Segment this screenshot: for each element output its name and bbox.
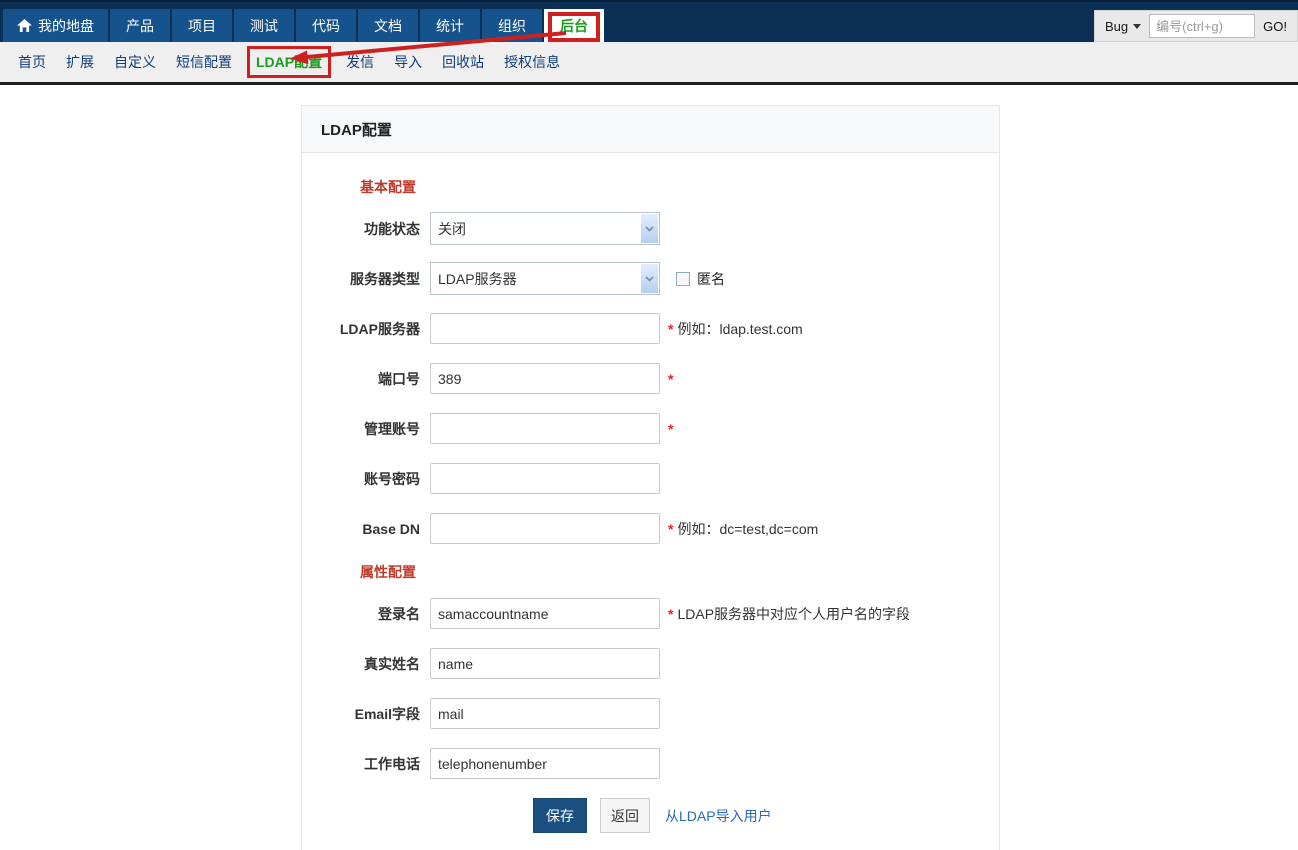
field-label: Base DN	[362, 520, 420, 537]
ldap-config-form: 基本配置 功能状态 关闭 服务器类型 LDAP服务器 匿名 LDAP服务器 * …	[302, 153, 999, 850]
field-hint: 例如：dc=test,dc=com	[677, 520, 819, 537]
search-module-dropdown[interactable]: Bug	[1097, 19, 1149, 34]
nav-item-org[interactable]: 组织	[482, 9, 542, 42]
nav-item-label: 测试	[250, 17, 278, 34]
back-button[interactable]: 返回	[600, 798, 650, 833]
caret-down-icon	[1133, 23, 1142, 29]
import-from-ldap-link[interactable]: 从LDAP导入用户	[665, 806, 772, 826]
field-label: LDAP服务器	[339, 320, 420, 337]
section-attribute-config: 属性配置	[360, 564, 416, 580]
account-password-input[interactable]	[430, 463, 660, 494]
chevron-down-icon	[641, 214, 658, 243]
select-value: 关闭	[438, 220, 466, 237]
nav-item-product[interactable]: 产品	[110, 9, 170, 42]
form-row: 真实姓名	[302, 647, 999, 680]
required-asterisk: *	[668, 605, 674, 622]
phone-field-input[interactable]	[430, 748, 660, 779]
subnav-item-sms-config[interactable]: 短信配置	[176, 52, 232, 72]
nav-item-label: 产品	[126, 17, 154, 34]
checkbox-label: 匿名	[697, 270, 725, 287]
base-dn-input[interactable]	[430, 513, 660, 544]
annotation-box-ldap: LDAP配置	[247, 46, 332, 78]
nav-item-code[interactable]: 代码	[296, 9, 356, 42]
nav-item-project[interactable]: 项目	[172, 9, 232, 42]
function-status-select[interactable]: 关闭	[430, 212, 660, 245]
field-label: Email字段	[354, 705, 420, 722]
main-nav: 我的地盘 产品 项目 测试 代码 文档 统计 组织 后台 Bug GO!	[0, 0, 1298, 42]
panel-title: LDAP配置	[302, 106, 999, 153]
form-row: 端口号 *	[302, 362, 999, 395]
nav-item-label: 我的地盘	[38, 17, 94, 34]
form-row: 账号密码	[302, 462, 999, 495]
nav-item-label: 组织	[498, 17, 526, 34]
form-row: 工作电话	[302, 747, 999, 780]
subnav-item-license-info[interactable]: 授权信息	[504, 52, 560, 72]
chevron-down-icon	[641, 264, 658, 293]
nav-item-label: 项目	[188, 17, 216, 34]
port-input[interactable]	[430, 363, 660, 394]
subnav-item-send-mail[interactable]: 发信	[346, 52, 374, 72]
required-asterisk: *	[668, 420, 674, 437]
field-label: 账号密码	[364, 470, 420, 487]
field-label: 登录名	[378, 605, 420, 622]
email-field-input[interactable]	[430, 698, 660, 729]
field-label: 服务器类型	[350, 270, 420, 287]
go-button[interactable]: GO!	[1255, 19, 1295, 34]
section-basic-config: 基本配置	[360, 179, 416, 195]
nav-item-backend-active[interactable]: 后台	[544, 9, 604, 42]
nav-item-test[interactable]: 测试	[234, 9, 294, 42]
subnav-item-recycle-bin[interactable]: 回收站	[442, 52, 484, 72]
form-actions: 保存 返回 从LDAP导入用户	[533, 798, 999, 833]
subnav-item-extension[interactable]: 扩展	[66, 52, 94, 72]
nav-item-doc[interactable]: 文档	[358, 9, 418, 42]
form-row: Email字段	[302, 697, 999, 730]
form-row: 功能状态 关闭	[302, 212, 999, 245]
nav-item-label: 统计	[436, 17, 464, 34]
quick-search-bar: Bug GO!	[1094, 10, 1298, 42]
subnav-item-import[interactable]: 导入	[394, 52, 422, 72]
form-row: Base DN * 例如：dc=test,dc=com	[302, 512, 999, 545]
subnav-item-custom[interactable]: 自定义	[114, 52, 156, 72]
nav-item-label: 后台	[560, 17, 588, 34]
nav-item-label: 文档	[374, 17, 402, 34]
ldap-host-input[interactable]	[430, 313, 660, 344]
nav-item-label: 代码	[312, 17, 340, 34]
subnav-item-home[interactable]: 首页	[18, 52, 46, 72]
field-hint: 例如：ldap.test.com	[677, 320, 803, 337]
id-search-input[interactable]	[1149, 14, 1256, 38]
admin-account-input[interactable]	[430, 413, 660, 444]
required-asterisk: *	[668, 520, 674, 537]
field-label: 真实姓名	[364, 655, 420, 672]
login-name-field-input[interactable]	[430, 598, 660, 629]
nav-item-stats[interactable]: 统计	[420, 9, 480, 42]
search-module-label: Bug	[1105, 18, 1129, 34]
form-row: 登录名 * LDAP服务器中对应个人用户名的字段	[302, 597, 999, 630]
field-label: 管理账号	[364, 420, 420, 437]
field-hint: LDAP服务器中对应个人用户名的字段	[677, 605, 911, 622]
required-asterisk: *	[668, 320, 674, 337]
realname-field-input[interactable]	[430, 648, 660, 679]
form-row: 管理账号 *	[302, 412, 999, 445]
home-icon	[17, 19, 32, 32]
app-window: 我的地盘 产品 项目 测试 代码 文档 统计 组织 后台 Bug GO! 首页 …	[0, 0, 1298, 850]
sub-nav: 首页 扩展 自定义 短信配置 LDAP配置 发信 导入 回收站 授权信息	[0, 42, 1298, 85]
form-row: 服务器类型 LDAP服务器 匿名	[302, 262, 999, 295]
ldap-config-panel: LDAP配置 基本配置 功能状态 关闭 服务器类型 LDAP服务器 匿名 LDA…	[301, 105, 1000, 850]
field-label: 工作电话	[364, 755, 420, 772]
server-type-select[interactable]: LDAP服务器	[430, 262, 660, 295]
form-row: LDAP服务器 * 例如：ldap.test.com	[302, 312, 999, 345]
nav-item-my-dashboard[interactable]: 我的地盘	[3, 9, 108, 42]
required-asterisk: *	[668, 370, 674, 387]
save-button[interactable]: 保存	[533, 798, 587, 833]
select-value: LDAP服务器	[438, 270, 517, 287]
field-label: 功能状态	[364, 220, 420, 237]
subnav-item-ldap-config-active[interactable]: LDAP配置	[256, 54, 322, 70]
anonymous-checkbox[interactable]	[676, 271, 690, 286]
field-label: 端口号	[378, 370, 420, 387]
